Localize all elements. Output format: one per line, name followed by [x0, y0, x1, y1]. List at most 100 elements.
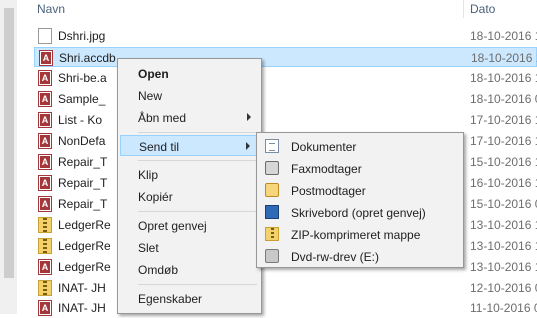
file-row-selected[interactable]: Shri.accdb 18-10-2016 1	[34, 47, 537, 67]
file-name: LedgerRe	[58, 239, 111, 253]
document-icon	[265, 139, 279, 153]
send-to-submenu: Dokumenter Faxmodtager Postmodtager Skri…	[256, 132, 464, 268]
file-date: 18-10-2016 1	[471, 51, 537, 65]
file-name: Repair_T	[58, 155, 108, 169]
vertical-scrollbar[interactable]	[0, 0, 17, 314]
desktop-icon	[265, 205, 279, 219]
fax-icon	[265, 161, 279, 175]
menu-item-rename[interactable]: Omdøb	[120, 259, 259, 280]
context-menu: Open New Åbn med Send til Klip Kopiér Op…	[117, 58, 262, 314]
file-name: NonDefa	[58, 134, 106, 148]
menu-item-label: Klip	[138, 168, 159, 182]
zip-folder-icon	[265, 227, 279, 241]
file-name: Sample_	[58, 92, 106, 106]
send-to-mail[interactable]: Postmodtager	[259, 180, 461, 201]
file-name: Repair_T	[58, 197, 108, 211]
menu-item-label: Omdøb	[138, 263, 179, 277]
file-date: 11-10-2016 0	[470, 301, 537, 315]
file-name: List - Ko	[58, 113, 103, 127]
menu-item-label: Kopiér	[138, 190, 173, 204]
file-row[interactable]: List - Ko 17-10-2016 1	[34, 110, 537, 130]
menu-item-label: Send til	[139, 140, 180, 154]
file-name: Shri-be.a	[58, 71, 107, 85]
access-file-icon	[38, 91, 52, 107]
send-to-dvd[interactable]: Dvd-rw-drev (E:)	[259, 246, 461, 267]
file-row[interactable]: Sample_ 18-10-2016 0	[34, 89, 537, 109]
file-name: LedgerRe	[58, 218, 111, 232]
menu-divider	[138, 160, 257, 161]
menu-divider	[138, 211, 257, 212]
mail-recipient-icon	[265, 183, 279, 197]
menu-divider	[138, 132, 257, 133]
access-file-icon	[38, 154, 52, 170]
column-name-header[interactable]: Navn	[37, 2, 65, 16]
file-date: 18-10-2016 1	[470, 71, 537, 85]
menu-item-label: Open	[138, 67, 169, 81]
menu-item-label: Dokumenter	[291, 140, 357, 154]
file-date: 17-10-2016 1	[470, 134, 537, 148]
menu-item-label: Opret genvej	[138, 219, 207, 233]
zip-file-icon	[38, 238, 52, 254]
menu-item-properties[interactable]: Egenskaber	[120, 288, 259, 309]
access-file-icon	[38, 259, 52, 275]
file-name: LedgerRe	[58, 260, 111, 274]
menu-divider	[138, 284, 257, 285]
send-to-documents[interactable]: Dokumenter	[259, 136, 461, 157]
column-header: Navn Dato	[17, 0, 537, 18]
send-to-fax[interactable]: Faxmodtager	[259, 158, 461, 179]
file-name: Shri.accdb	[59, 51, 116, 65]
menu-item-delete[interactable]: Slet	[120, 237, 259, 258]
image-file-icon	[38, 28, 52, 44]
send-to-desktop[interactable]: Skrivebord (opret genvej)	[259, 202, 461, 223]
file-row[interactable]: Shri-be.a 18-10-2016 1	[34, 68, 537, 88]
menu-item-label: Egenskaber	[138, 292, 203, 306]
file-name: Repair_T	[58, 176, 108, 190]
menu-item-cut[interactable]: Klip	[120, 164, 259, 185]
submenu-arrow-icon	[246, 142, 250, 150]
access-file-icon	[38, 112, 52, 128]
access-file-icon	[38, 175, 52, 191]
file-name: INAT- JH	[58, 281, 106, 295]
column-divider[interactable]	[463, 0, 464, 18]
menu-item-label: Skrivebord (opret genvej)	[291, 206, 426, 220]
menu-item-send-to[interactable]: Send til	[120, 135, 259, 156]
menu-item-copy[interactable]: Kopiér	[120, 186, 259, 207]
file-date: 18-10-2016 1	[470, 29, 537, 43]
file-name: Dshri.jpg	[58, 29, 106, 43]
column-date-header[interactable]: Dato	[470, 2, 495, 16]
access-file-icon	[38, 133, 52, 149]
file-date: 13-10-2016 1	[470, 239, 537, 253]
file-date: 15-10-2016 0	[470, 197, 537, 211]
zip-file-icon	[38, 280, 52, 296]
file-date: 18-10-2016 0	[470, 92, 537, 106]
menu-item-open-with[interactable]: Åbn med	[120, 107, 259, 128]
menu-item-label: Åbn med	[138, 111, 187, 125]
menu-item-label: ZIP-komprimeret mappe	[291, 228, 421, 242]
file-date: 13-10-2016 1	[470, 260, 537, 274]
file-row[interactable]: INAT- JH 12-10-2016 0	[34, 278, 537, 298]
menu-item-new[interactable]: New	[120, 85, 259, 106]
access-file-icon	[38, 70, 52, 86]
menu-item-label: New	[138, 89, 163, 103]
file-date: 15-10-2016 1	[470, 155, 537, 169]
dvd-drive-icon	[265, 249, 279, 263]
menu-item-label: Faxmodtager	[291, 162, 362, 176]
access-file-icon	[39, 50, 53, 66]
file-date: 16-10-2016 1	[470, 176, 537, 190]
menu-item-label: Dvd-rw-drev (E:)	[291, 250, 380, 264]
send-to-zip[interactable]: ZIP-komprimeret mappe	[259, 224, 461, 245]
file-row[interactable]: INAT- JH 11-10-2016 0	[34, 298, 537, 318]
menu-item-label: Postmodtager	[291, 184, 366, 198]
zip-file-icon	[38, 217, 52, 233]
submenu-arrow-icon	[247, 113, 251, 121]
menu-item-create-shortcut[interactable]: Opret genvej	[120, 215, 259, 236]
access-file-icon	[38, 196, 52, 212]
file-name: INAT- JH	[58, 301, 106, 315]
scrollbar-thumb[interactable]	[4, 8, 14, 278]
menu-item-open[interactable]: Open	[120, 63, 259, 84]
file-row[interactable]: Dshri.jpg 18-10-2016 1	[34, 26, 537, 46]
file-date: 12-10-2016 0	[470, 281, 537, 295]
file-date: 13-10-2016 1	[470, 218, 537, 232]
menu-item-label: Slet	[138, 241, 159, 255]
file-date: 17-10-2016 1	[470, 113, 537, 127]
